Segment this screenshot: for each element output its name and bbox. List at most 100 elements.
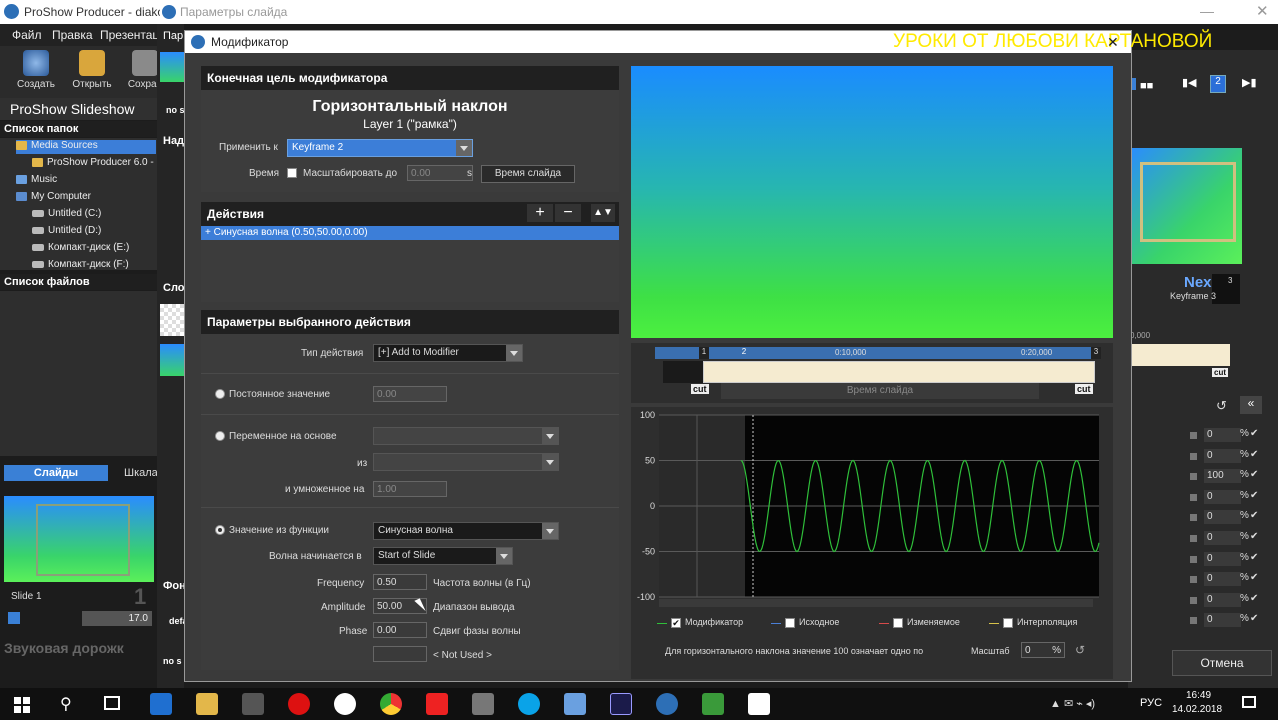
right-value-input[interactable]: 0 (1204, 448, 1241, 463)
check-icon[interactable]: ✔ (1250, 449, 1258, 460)
folder-item-drive-c[interactable]: Untitled (C:) (32, 208, 101, 219)
slider-handle-icon[interactable] (1190, 617, 1197, 625)
right-value-input[interactable]: 0 (1204, 592, 1241, 607)
edge-browser-icon[interactable] (150, 693, 172, 715)
paint-app-icon[interactable] (564, 693, 586, 715)
legend-checkbox[interactable] (1003, 618, 1013, 628)
slide-preview-toggle-icon[interactable] (8, 612, 20, 624)
scale-to-input[interactable]: 0.00 (407, 165, 473, 181)
windows-start-icon[interactable] (14, 697, 30, 713)
slider-handle-icon[interactable] (1190, 452, 1197, 460)
right-value-input[interactable]: 0 (1204, 531, 1241, 545)
slider-handle-icon[interactable] (1190, 493, 1197, 501)
folder-item-media-sources[interactable]: Media Sources (16, 140, 156, 154)
yandex-icon[interactable] (426, 693, 448, 715)
chrome-browser-icon[interactable] (380, 693, 402, 715)
check-icon[interactable]: ✔ (1250, 552, 1258, 563)
remove-action-button[interactable]: − (555, 204, 581, 222)
right-value-input[interactable]: 0 (1204, 572, 1241, 587)
slider-handle-icon[interactable] (1190, 473, 1197, 481)
slider-handle-icon[interactable] (1190, 432, 1197, 439)
after-effects-icon[interactable] (610, 693, 632, 715)
right-value-input[interactable]: 0 (1204, 510, 1241, 525)
keyframe-marker-1[interactable]: 1 (699, 347, 709, 359)
timeline-slide-bar[interactable] (703, 361, 1095, 383)
variable-value-radio[interactable] (215, 431, 225, 441)
folder-item-proshow[interactable]: ProShow Producer 6.0 - (32, 157, 154, 168)
check-icon[interactable]: ✔ (1250, 572, 1258, 583)
folder-item-my-computer[interactable]: My Computer (16, 191, 91, 202)
right-value-input[interactable]: 0 (1204, 489, 1241, 504)
folder-item-drive-f[interactable]: Компакт-диск (F:) (32, 259, 129, 270)
slide-window-minimize-button[interactable]: — (1200, 3, 1214, 19)
folder-item-drive-d[interactable]: Untitled (D:) (32, 225, 101, 236)
check-icon[interactable]: ✔ (1250, 428, 1258, 439)
next-keyframe-icon[interactable]: ▶▮ (1242, 76, 1257, 89)
clock-time[interactable]: 16:49 (1186, 690, 1211, 701)
microphone-app-icon[interactable] (472, 693, 494, 715)
constant-value-radio[interactable] (215, 389, 225, 399)
modal-close-button[interactable]: ✕ (1107, 34, 1119, 51)
phase-input[interactable]: 0.00 (373, 622, 427, 638)
keyframe-marker-3[interactable]: 3 (1091, 347, 1101, 359)
tray-icons[interactable]: ▲ ✉ ⌁ ◂) (1050, 697, 1095, 710)
nav-button-2[interactable]: ■■ (1140, 80, 1153, 92)
folder-item-drive-e[interactable]: Компакт-диск (E:) (32, 242, 129, 253)
menu-edit[interactable]: Правка (52, 28, 93, 42)
reset-scale-icon[interactable]: ↺ (1075, 643, 1085, 657)
check-icon[interactable]: ✔ (1250, 613, 1258, 624)
store-icon[interactable] (242, 693, 264, 715)
reset-icon[interactable]: ↺ (1216, 398, 1227, 414)
right-value-input[interactable]: 100 (1204, 469, 1241, 484)
unused-input[interactable] (373, 646, 427, 662)
reorder-action-icon[interactable]: ▲▼ (591, 204, 615, 222)
toolbar-new-button[interactable]: Создать (11, 50, 61, 90)
slider-handle-icon[interactable] (1190, 576, 1197, 584)
menu-file[interactable]: Файл (12, 28, 42, 42)
check-icon[interactable]: ✔ (1250, 510, 1258, 521)
legend-checkbox[interactable] (893, 618, 903, 628)
action-list-item[interactable]: + Синусная волна (0.50,50.00,0.00) (201, 226, 619, 240)
function-select[interactable]: Синусная волна (373, 522, 559, 540)
search-icon[interactable]: ⚲ (60, 694, 72, 714)
constant-value-input[interactable]: 0.00 (373, 386, 447, 402)
variable-source-select[interactable] (373, 427, 559, 445)
slide-thumbnail[interactable] (4, 496, 154, 582)
file-explorer-icon[interactable] (196, 693, 218, 715)
variable-from-select[interactable] (373, 453, 559, 471)
right-value-input[interactable]: 0 (1204, 551, 1241, 566)
legend-checkbox[interactable] (785, 618, 795, 628)
toolbar-open-button[interactable]: Открыть (67, 50, 117, 90)
clock-date[interactable]: 14.02.2018 (1172, 704, 1222, 715)
language-indicator[interactable]: РУС (1140, 697, 1162, 709)
multiplied-input[interactable]: 1.00 (373, 481, 447, 497)
apply-to-select[interactable]: Keyframe 2 (287, 139, 473, 157)
frequency-input[interactable]: 0.50 (373, 574, 427, 590)
proshow-taskbar-icon[interactable] (656, 693, 678, 715)
prev-keyframe-icon[interactable]: ▮◀ (1182, 76, 1197, 89)
right-value-input[interactable]: 0 (1204, 428, 1241, 442)
slide-window-close-button[interactable]: ✕ (1256, 2, 1269, 20)
cancel-button[interactable]: Отмена (1172, 650, 1272, 676)
notifications-icon[interactable] (1242, 696, 1256, 708)
keyframe-badge[interactable]: 2 (1210, 75, 1226, 93)
camtasia-recorder-icon[interactable] (748, 693, 770, 715)
keyframe-marker-2[interactable]: 2 (739, 347, 749, 359)
collapse-icon[interactable]: « (1240, 396, 1262, 414)
wave-start-select[interactable]: Start of Slide (373, 547, 513, 565)
check-icon[interactable]: ✔ (1250, 593, 1258, 604)
slide-time-button[interactable]: Время слайда (481, 165, 575, 183)
check-icon[interactable]: ✔ (1250, 469, 1258, 480)
graph-scrollbar[interactable] (659, 599, 1093, 607)
check-icon[interactable]: ✔ (1250, 490, 1258, 501)
folder-item-music[interactable]: Music (16, 174, 57, 185)
right-value-input[interactable]: 0 (1204, 613, 1241, 628)
scale-zoom-input[interactable]: 0 % (1021, 642, 1065, 658)
scale-to-checkbox[interactable] (287, 168, 297, 178)
check-icon[interactable]: ✔ (1250, 531, 1258, 542)
menu-presentation[interactable]: Презентац (100, 28, 159, 42)
skype-icon[interactable] (518, 693, 540, 715)
slider-handle-icon[interactable] (1190, 555, 1197, 563)
legend-checkbox[interactable]: ✔ (671, 618, 681, 628)
camtasia-icon[interactable] (702, 693, 724, 715)
